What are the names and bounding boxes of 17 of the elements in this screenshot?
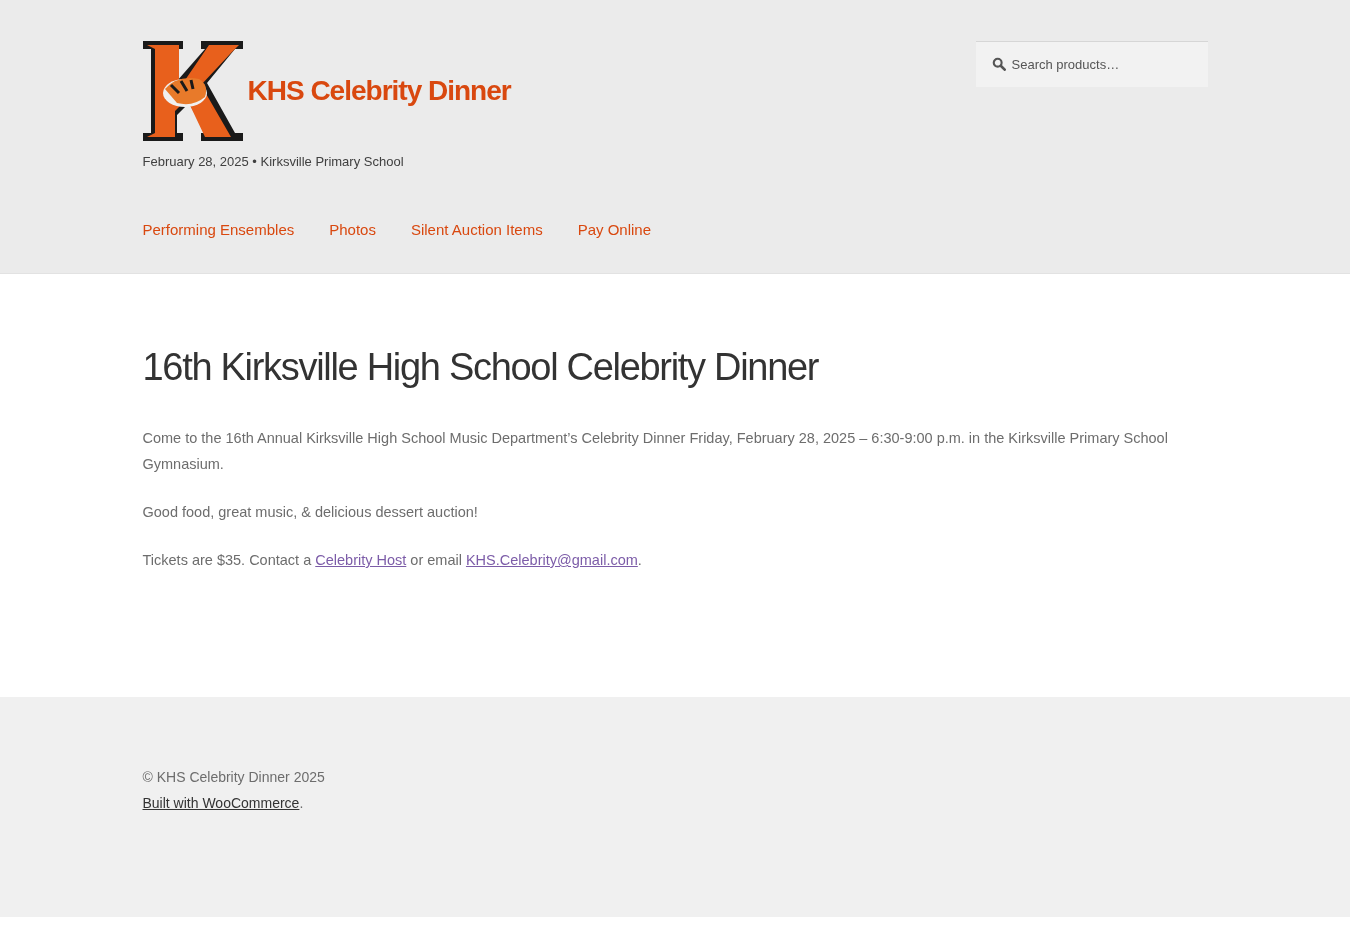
logo-icon bbox=[142, 41, 243, 141]
site-title[interactable]: KHS Celebrity Dinner bbox=[247, 75, 511, 107]
nav-link[interactable]: Photos bbox=[329, 221, 376, 238]
nav-link[interactable]: Pay Online bbox=[577, 221, 652, 238]
credit-text: Built with WooCommerce. bbox=[142, 794, 305, 813]
link[interactable]: KHS.Celebrity@gmail.com bbox=[465, 552, 638, 568]
copyright-text: © KHS Celebrity Dinner 2025 bbox=[142, 768, 326, 787]
site-tagline: February 28, 2025 • Kirksville Primary School bbox=[142, 154, 405, 169]
paragraph: Come to the 16th Annual Kirksville High School Music Department’s Celebrity Dinner Friday, February 28, 2025 – 6:30-9:00 p.m. in the Kirksville Primary School Gymnasium. bbox=[142, 429, 1169, 474]
page-heading: 16th Kirksville High School Celebrity Dinner bbox=[142, 346, 820, 389]
search-field[interactable]: Search products… bbox=[975, 41, 1208, 87]
link[interactable]: Built with WooCommerce bbox=[142, 795, 300, 811]
paragraph: Tickets are $35. Contact a Celebrity Host or email KHS.Celebrity@gmail.com. bbox=[142, 551, 643, 570]
paragraph: Good food, great music, & delicious dessert auction! bbox=[142, 503, 479, 522]
nav-link[interactable]: Silent Auction Items bbox=[410, 221, 543, 238]
nav-link[interactable]: Performing Ensembles bbox=[142, 221, 295, 238]
link[interactable]: Celebrity Host bbox=[315, 552, 407, 568]
